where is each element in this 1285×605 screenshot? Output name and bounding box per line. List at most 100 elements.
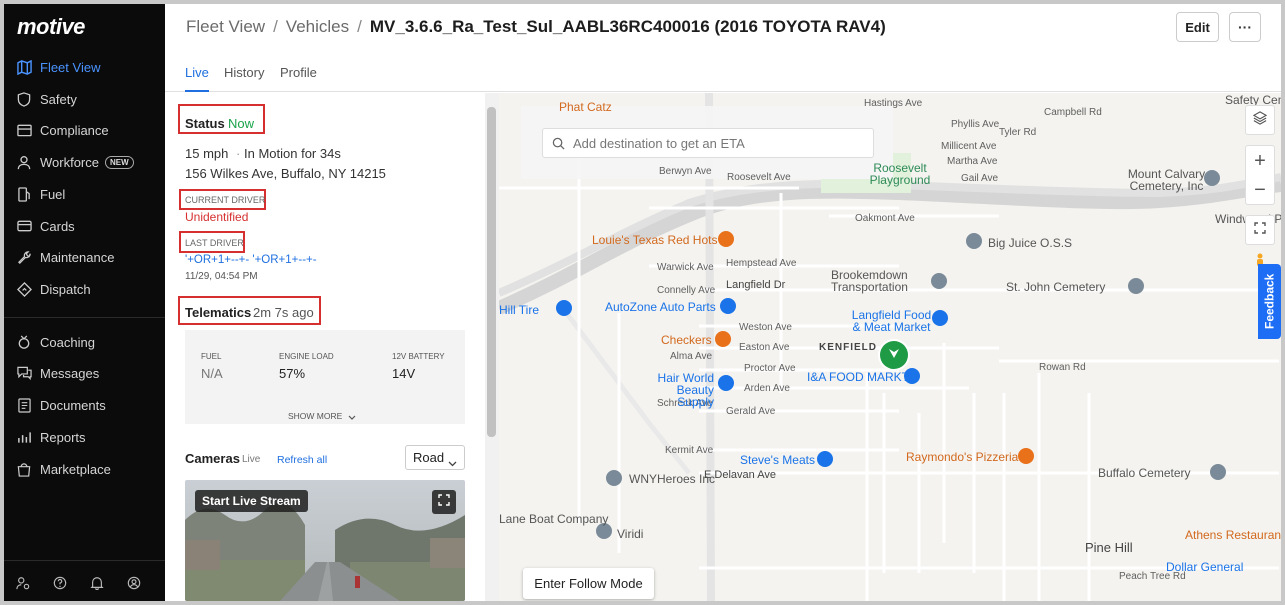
status-value: Now (228, 116, 255, 131)
shop-pin-icon[interactable] (720, 298, 736, 314)
dot-separator: · (236, 146, 241, 161)
sidebar-item-label: Cards (40, 218, 75, 234)
sidebar-item-safety[interactable]: Safety (16, 88, 77, 110)
camera-feed[interactable]: Start Live Stream (185, 480, 465, 601)
poi-label[interactable]: Phat Catz (559, 100, 612, 114)
street-label: Easton Ave (739, 342, 790, 353)
sidebar-item-documents[interactable]: Documents (16, 394, 106, 416)
sidebar-item-reports[interactable]: Reports (16, 426, 86, 448)
tab-live[interactable]: Live (185, 65, 209, 80)
shop-pin-icon[interactable] (556, 300, 572, 316)
zoom-in-button[interactable]: + (1254, 151, 1266, 171)
poi-label[interactable]: Athens Restaurant (1185, 528, 1281, 542)
place-pin-icon[interactable] (1210, 464, 1226, 480)
help-icon[interactable] (53, 576, 69, 592)
poi-label[interactable]: Viridi (617, 527, 643, 541)
sidebar-item-label: Coaching (40, 334, 95, 350)
sidebar-item-marketplace[interactable]: Marketplace (16, 458, 111, 480)
poi-label[interactable]: AutoZone Auto Parts (605, 300, 716, 314)
poi-label[interactable]: Brookemdown Transportation (831, 269, 916, 293)
street-label: Phyllis Ave (951, 119, 1000, 130)
documents-icon (16, 397, 32, 413)
shield-icon (16, 91, 32, 107)
place-pin-icon[interactable] (1204, 170, 1220, 186)
layers-icon (1252, 110, 1268, 130)
feedback-tab[interactable]: Feedback (1258, 264, 1281, 339)
more-options-button[interactable]: ··· (1229, 12, 1261, 42)
poi-label[interactable]: Lane Boat Company (499, 512, 608, 526)
street-label: Langfield Dr (726, 279, 786, 291)
zoom-out-button[interactable]: − (1254, 180, 1266, 200)
poi-label[interactable]: Checkers (661, 333, 712, 347)
street-label: Kermit Ave (665, 445, 714, 456)
poi-label[interactable]: St. John Cemetery (1006, 280, 1105, 294)
sidebar-item-messages[interactable]: Messages (16, 362, 99, 384)
street-label: Millicent Ave (941, 141, 997, 152)
sidebar-item-coaching[interactable]: Coaching (16, 331, 95, 353)
place-pin-icon[interactable] (606, 470, 622, 486)
map-fullscreen-button[interactable] (1245, 215, 1275, 245)
poi-label[interactable]: Hair World Beauty Supply (639, 372, 714, 408)
eta-search-input[interactable]: Add destination to get an ETA (542, 128, 874, 158)
notifications-icon[interactable] (90, 576, 106, 592)
poi-label[interactable]: Steve's Meats (740, 453, 815, 467)
last-driver-link[interactable]: '+OR+1+--+- '+OR+1+--+- (185, 254, 317, 266)
edit-button[interactable]: Edit (1176, 12, 1219, 42)
sidebar-item-compliance[interactable]: Compliance (16, 119, 109, 141)
poi-label[interactable]: I&A FOOD MARKT (807, 370, 909, 384)
poi-label[interactable]: Langfield Food & Meat Market (849, 309, 934, 333)
street-label: Tyler Rd (999, 127, 1037, 138)
restaurant-pin-icon[interactable] (1018, 448, 1034, 464)
vehicle-marker[interactable] (880, 341, 908, 369)
sidebar-item-label: Documents (40, 397, 106, 413)
shop-pin-icon[interactable] (932, 310, 948, 326)
area-label: Pine Hill (1085, 540, 1133, 555)
poi-label[interactable]: Louie's Texas Red Hots (592, 233, 717, 247)
restaurant-pin-icon[interactable] (715, 331, 731, 347)
poi-label[interactable]: Raymondo's Pizzeria (906, 450, 1018, 464)
sidebar-item-fleet-view[interactable]: Fleet View (16, 56, 100, 78)
account-settings-icon[interactable] (16, 576, 32, 592)
motive-logo[interactable]: motive (17, 14, 85, 40)
breadcrumb-fleet-view[interactable]: Fleet View (186, 17, 265, 36)
sidebar-item-maintenance[interactable]: Maintenance (16, 246, 114, 268)
poi-label[interactable]: Buffalo Cemetery (1098, 466, 1191, 480)
poi-label[interactable]: Roosevelt Playground (865, 162, 935, 186)
place-pin-icon[interactable] (966, 233, 982, 249)
map-layers-button[interactable] (1245, 105, 1275, 135)
poi-label[interactable]: Hill Tire (499, 303, 539, 317)
restaurant-pin-icon[interactable] (718, 231, 734, 247)
poi-label[interactable]: Mount Calvary Cemetery, Inc (1124, 168, 1209, 192)
poi-label[interactable]: Big Juice O.S.S (988, 236, 1072, 250)
engine-load-value: 57% (279, 366, 306, 381)
place-pin-icon[interactable] (1128, 278, 1144, 294)
camera-view-select[interactable]: Road (405, 445, 465, 470)
shop-pin-icon[interactable] (904, 368, 920, 384)
shop-pin-icon[interactable] (817, 451, 833, 467)
poi-label[interactable]: WNYHeroes Inc (629, 472, 715, 486)
poi-label[interactable]: Dollar General (1166, 560, 1243, 574)
panel-scroll-thumb[interactable] (487, 107, 496, 437)
street-label: Connelly Ave (657, 285, 716, 296)
sidebar-item-workforce[interactable]: Workforce NEW (16, 151, 134, 173)
tab-history[interactable]: History (224, 65, 264, 80)
tab-profile[interactable]: Profile (280, 65, 317, 80)
start-live-stream-button[interactable]: Start Live Stream (195, 490, 308, 512)
street-label: Oakmont Ave (855, 213, 915, 224)
sidebar-item-cards[interactable]: Cards (16, 215, 75, 237)
show-more-button[interactable]: SHOW MORE (288, 407, 356, 425)
map[interactable]: Add destination to get an ETA Hastings A… (499, 93, 1281, 601)
refresh-all-link[interactable]: Refresh all (277, 454, 327, 466)
breadcrumb-vehicles[interactable]: Vehicles (286, 17, 349, 36)
telematics-ago: 2m 7s ago (253, 305, 314, 320)
place-pin-icon[interactable] (931, 273, 947, 289)
shop-pin-icon[interactable] (718, 375, 734, 391)
sidebar-item-label: Reports (40, 429, 86, 445)
follow-mode-button[interactable]: Enter Follow Mode (523, 568, 654, 599)
sidebar-item-dispatch[interactable]: Dispatch (16, 278, 91, 300)
profile-icon[interactable] (127, 576, 143, 592)
street-label: Proctor Ave (744, 363, 796, 374)
sidebar-item-fuel[interactable]: Fuel (16, 183, 65, 205)
fullscreen-button[interactable] (432, 490, 456, 514)
street-label: Weston Ave (739, 322, 792, 333)
